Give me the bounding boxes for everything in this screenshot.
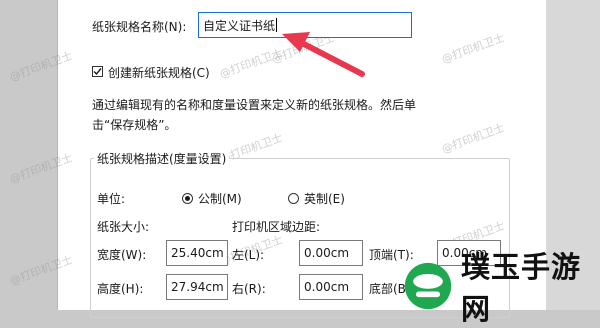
unit-label: 单位: [97, 192, 126, 206]
metric-radio[interactable] [182, 193, 193, 204]
description-line-1: 通过编辑现有的名称和度量设置来定义新的纸张规格。然后单 [92, 98, 417, 112]
right-margin-value: 0.00cm [304, 280, 350, 294]
create-new-checkbox[interactable] [92, 66, 103, 77]
imperial-label[interactable]: 英制(E) [304, 190, 345, 207]
width-input[interactable]: 25.40cm [166, 240, 228, 266]
brand-watermark: 璞玉手游网 [403, 250, 600, 326]
create-new-label[interactable]: 创建新纸张规格(C) [108, 64, 210, 81]
red-arrow-annotation [282, 32, 365, 77]
check-icon [93, 68, 102, 76]
right-margin-input[interactable]: 0.00cm [299, 274, 363, 300]
description-line-2: 击“保存规格”。 [92, 118, 177, 132]
width-value: 25.40cm [171, 246, 224, 260]
paper-name-label: 纸张规格名称(N): [92, 20, 187, 34]
imperial-radio[interactable] [288, 193, 299, 204]
brand-logo-icon [404, 262, 452, 310]
height-input[interactable]: 27.94cm [166, 274, 228, 300]
left-margin-input[interactable]: 0.00cm [299, 240, 363, 266]
radio-selected-dot [185, 196, 190, 201]
height-label: 高度(H): [97, 282, 144, 296]
right-margin-label: 右(R): [232, 282, 266, 296]
left-margin-label: 左(L): [232, 248, 265, 262]
printer-margin-label: 打印机区域边距: [232, 220, 321, 234]
paper-size-label: 纸张大小: [97, 220, 150, 234]
paper-name-value: 自定义证书纸 [203, 18, 276, 33]
left-margin-value: 0.00cm [304, 246, 350, 260]
group-title: 纸张规格描述(度量设置) [94, 150, 230, 167]
height-value: 27.94cm [171, 280, 224, 294]
brand-text: 璞玉手游网 [461, 250, 582, 326]
metric-label[interactable]: 公制(M) [198, 190, 242, 207]
width-label: 宽度(W): [97, 248, 147, 262]
